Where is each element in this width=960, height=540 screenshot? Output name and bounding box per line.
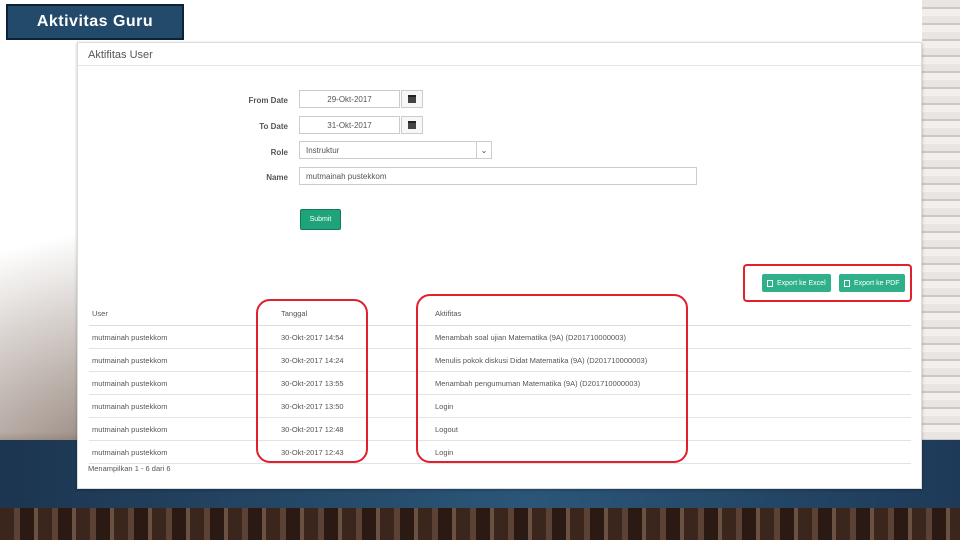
table-footer-info: Menampilkan 1 - 6 dari 6 bbox=[88, 464, 171, 473]
to-date-calendar-button[interactable] bbox=[401, 116, 423, 134]
name-input[interactable]: mutmainah pustekkom bbox=[299, 167, 697, 185]
cell-user: mutmainah pustekkom bbox=[89, 325, 280, 349]
cell-user: mutmainah pustekkom bbox=[89, 371, 280, 395]
column-header-user[interactable]: User bbox=[89, 301, 280, 326]
divider bbox=[78, 65, 921, 66]
cell-user: mutmainah pustekkom bbox=[89, 394, 280, 418]
highlight-export-buttons bbox=[743, 264, 912, 302]
from-date-calendar-button[interactable] bbox=[401, 90, 423, 108]
name-label: Name bbox=[266, 173, 288, 182]
highlight-date-column bbox=[256, 299, 368, 463]
role-select-value: Instruktur bbox=[306, 145, 340, 155]
chevron-down-icon: ⌄ bbox=[476, 142, 491, 158]
calendar-icon bbox=[408, 95, 416, 103]
role-label: Role bbox=[270, 148, 288, 157]
from-date-input[interactable]: 29-Okt-2017 bbox=[299, 90, 400, 108]
highlight-activity-column bbox=[416, 294, 688, 463]
calendar-icon bbox=[408, 121, 416, 129]
to-date-label: To Date bbox=[259, 122, 288, 131]
from-date-label: From Date bbox=[248, 96, 288, 105]
role-select[interactable]: Instruktur ⌄ bbox=[299, 141, 492, 159]
background-floor bbox=[0, 508, 960, 540]
slide-title: Aktivitas Guru bbox=[6, 4, 184, 40]
cell-user: mutmainah pustekkom bbox=[89, 440, 280, 464]
panel-title: Aktifitas User bbox=[88, 49, 153, 61]
cell-user: mutmainah pustekkom bbox=[89, 417, 280, 441]
submit-button[interactable]: Submit bbox=[300, 209, 341, 230]
to-date-input[interactable]: 31-Okt-2017 bbox=[299, 116, 400, 134]
cell-user: mutmainah pustekkom bbox=[89, 348, 280, 372]
